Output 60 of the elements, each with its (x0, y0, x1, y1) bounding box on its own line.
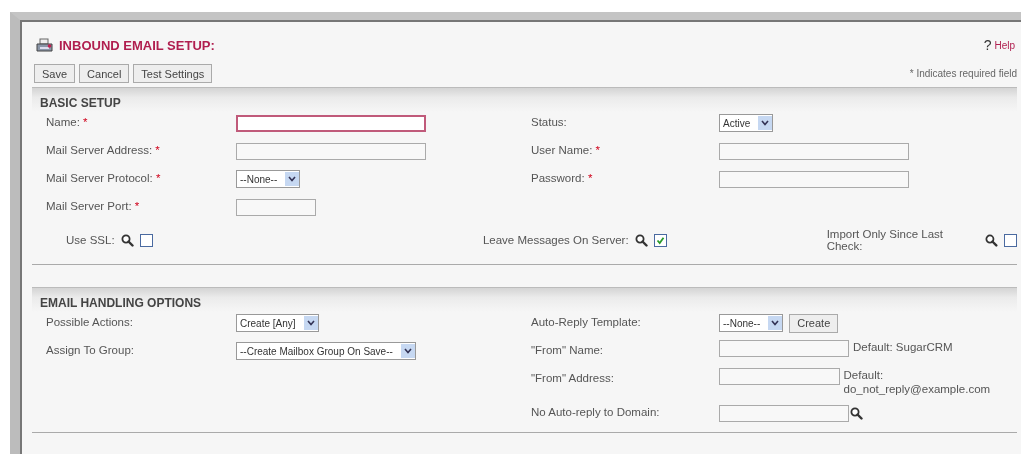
field-label: "From" Address: (531, 372, 614, 384)
required-mark: * (155, 144, 160, 156)
required-mark: * (595, 144, 601, 156)
search-icon[interactable] (985, 233, 999, 247)
required-mark: * (909, 68, 914, 79)
checkbox[interactable] (653, 233, 667, 247)
field-label: Status: (531, 116, 567, 128)
required-mark: * (134, 200, 140, 212)
text-field[interactable] (719, 340, 849, 357)
checkbox[interactable] (1004, 233, 1017, 247)
required-mark: * (587, 172, 593, 184)
search-icon[interactable] (850, 406, 863, 420)
help-mark: ? (983, 37, 992, 53)
field-label: Auto-Reply Template: (531, 316, 641, 328)
required-note: Indicates required field (915, 68, 1017, 79)
dropdown[interactable]: Create [Any] (236, 314, 319, 332)
required-mark: * (83, 116, 88, 128)
field-label: No Auto-reply to Domain: (531, 406, 660, 418)
text-field[interactable] (719, 142, 909, 160)
field-label: User Name: (531, 144, 593, 156)
option-label: Use SSL: (66, 234, 115, 246)
field-label: Assign To Group: (46, 344, 134, 356)
toolbar-button[interactable]: Test Settings (133, 64, 213, 83)
field-label: Mail Server Address: (46, 144, 153, 156)
section-title: EMAIL HANDLING OPTIONS (40, 296, 202, 310)
toolbar-button[interactable]: Cancel (79, 64, 130, 83)
field-label: Possible Actions: (46, 316, 133, 328)
field-label: Name: (46, 116, 80, 128)
chevron-down-icon (771, 320, 780, 326)
text-field[interactable] (719, 404, 849, 422)
option-label: Leave Messages On Server: (482, 234, 629, 246)
text-field[interactable] (236, 142, 426, 160)
toolbar-button[interactable]: Save (34, 64, 76, 83)
default-note: Default: SugarCRM (853, 340, 953, 354)
chevron-down-icon (403, 348, 412, 354)
help-link[interactable]: Help (994, 39, 1015, 51)
field-label: Mail Server Port: (46, 200, 132, 212)
text-field[interactable] (236, 198, 316, 216)
search-icon[interactable] (634, 233, 648, 247)
field-label: Mail Server Protocol: (46, 172, 153, 184)
text-field[interactable] (236, 114, 426, 132)
field-label: "From" Name: (531, 344, 604, 356)
text-field[interactable] (719, 170, 909, 188)
required-mark: * (155, 172, 161, 184)
dropdown[interactable]: --None-- (719, 314, 784, 332)
create-button[interactable]: Create (789, 313, 839, 333)
default-note: Default: do_not_reply@example.com (843, 368, 992, 396)
chevron-down-icon (288, 176, 297, 182)
chevron-down-icon (761, 120, 770, 126)
option-label: Import Only Since Last Check: (826, 228, 944, 252)
text-field[interactable] (719, 368, 840, 385)
dropdown[interactable]: Active (719, 114, 774, 132)
checkbox[interactable] (139, 233, 153, 247)
dropdown[interactable]: --None-- (236, 170, 301, 188)
chevron-down-icon (306, 320, 315, 326)
page-title: INBOUND EMAIL SETUP: (59, 37, 215, 53)
search-icon[interactable] (120, 233, 134, 247)
dropdown[interactable]: --Create Mailbox Group On Save-- (236, 342, 416, 360)
section-title: BASIC SETUP (40, 96, 121, 110)
field-label: Password: (531, 172, 585, 184)
